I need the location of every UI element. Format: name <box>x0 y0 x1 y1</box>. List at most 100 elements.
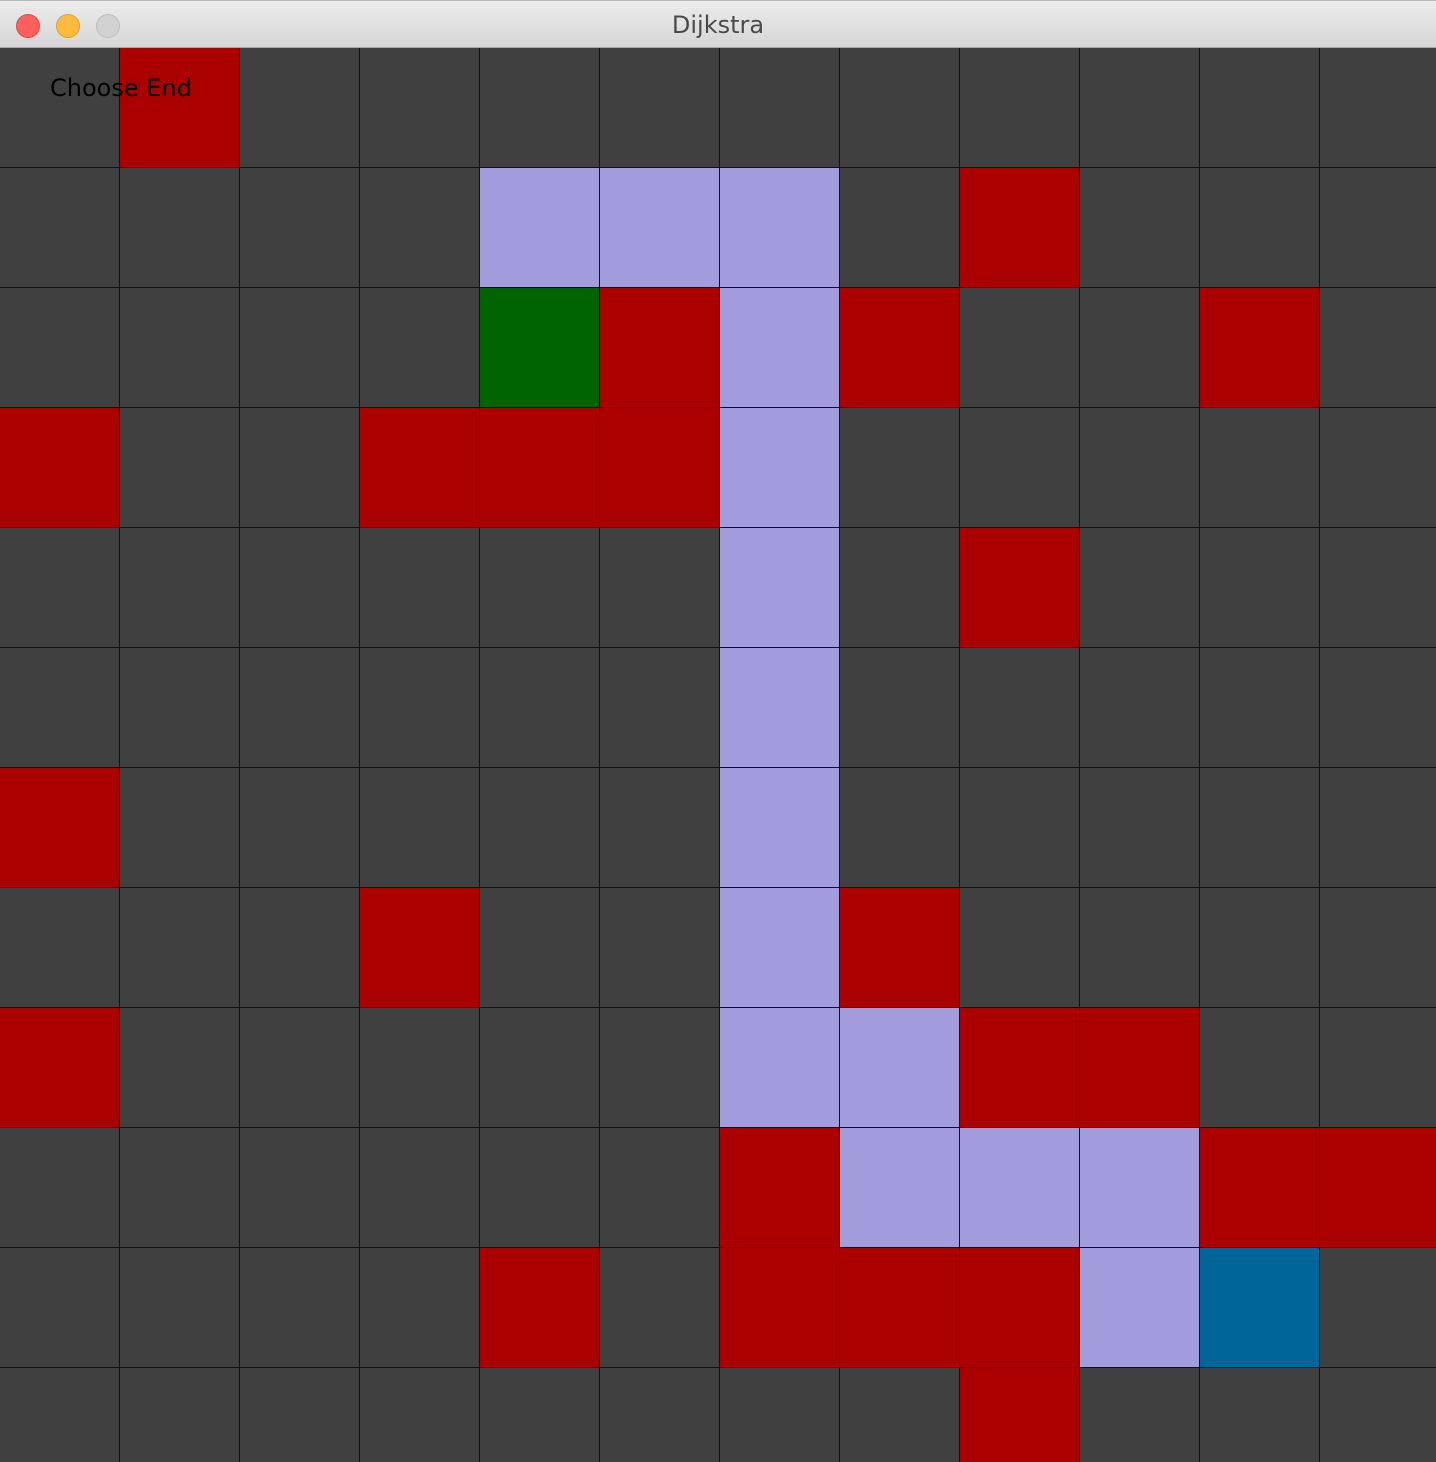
grid-cell-empty[interactable] <box>360 288 480 408</box>
grid-cell-empty[interactable] <box>240 888 360 1008</box>
grid-cell-wall[interactable] <box>120 48 240 168</box>
grid-cell-path[interactable] <box>720 648 840 768</box>
grid-cell-wall[interactable] <box>360 888 480 1008</box>
grid-cell-wall[interactable] <box>480 1248 600 1368</box>
grid-cell-empty[interactable] <box>600 1248 720 1368</box>
grid-cell-wall[interactable] <box>720 1128 840 1248</box>
grid-cell-wall[interactable] <box>1200 1128 1320 1248</box>
grid-cell-empty[interactable] <box>120 288 240 408</box>
grid-cell-wall[interactable] <box>960 528 1080 648</box>
grid-cell-wall[interactable] <box>960 1248 1080 1368</box>
grid-cell-path[interactable] <box>720 408 840 528</box>
grid-cell-empty[interactable] <box>240 1128 360 1248</box>
grid-cell-wall[interactable] <box>840 288 960 408</box>
grid-cell-empty[interactable] <box>1320 48 1436 168</box>
grid-cell-empty[interactable] <box>1320 408 1436 528</box>
grid-cell-empty[interactable] <box>120 768 240 888</box>
grid-cell-empty[interactable] <box>360 168 480 288</box>
grid-cell-empty[interactable] <box>120 408 240 528</box>
grid-cell-empty[interactable] <box>1320 1248 1436 1368</box>
grid-cell-empty[interactable] <box>600 888 720 1008</box>
grid-cell-empty[interactable] <box>240 1008 360 1128</box>
grid-cell-empty[interactable] <box>480 768 600 888</box>
grid-cell-wall[interactable] <box>600 288 720 408</box>
grid-cell-empty[interactable] <box>360 768 480 888</box>
grid-cell-empty[interactable] <box>1080 888 1200 1008</box>
grid-cell-empty[interactable] <box>120 528 240 648</box>
grid-cell-empty[interactable] <box>1200 648 1320 768</box>
grid-cell-path[interactable] <box>840 1128 960 1248</box>
grid-cell-empty[interactable] <box>1320 1008 1436 1128</box>
grid-cell-empty[interactable] <box>1320 1368 1436 1462</box>
grid-cell-empty[interactable] <box>240 1248 360 1368</box>
grid-cell-path[interactable] <box>960 1128 1080 1248</box>
grid-cell-wall[interactable] <box>960 1008 1080 1128</box>
grid-cell-empty[interactable] <box>840 768 960 888</box>
grid-cell-wall[interactable] <box>960 1368 1080 1462</box>
grid-cell-empty[interactable] <box>240 528 360 648</box>
grid-cell-empty[interactable] <box>360 528 480 648</box>
grid-cell-wall[interactable] <box>1080 1008 1200 1128</box>
grid-cell-empty[interactable] <box>600 1128 720 1248</box>
grid-cell-empty[interactable] <box>1080 528 1200 648</box>
grid-cell-wall[interactable] <box>840 1248 960 1368</box>
grid-cell-wall[interactable] <box>0 1008 120 1128</box>
grid-cell-empty[interactable] <box>240 168 360 288</box>
grid-cell-path[interactable] <box>720 1008 840 1128</box>
grid-cell-empty[interactable] <box>600 1368 720 1462</box>
grid-cell-empty[interactable] <box>120 168 240 288</box>
grid-board[interactable] <box>0 48 1436 1462</box>
grid-cell-empty[interactable] <box>480 48 600 168</box>
grid-cell-empty[interactable] <box>240 648 360 768</box>
grid-cell-empty[interactable] <box>0 648 120 768</box>
grid-cell-empty[interactable] <box>240 768 360 888</box>
grid-cell-empty[interactable] <box>840 168 960 288</box>
grid-cell-start[interactable] <box>480 288 600 408</box>
grid-cell-path[interactable] <box>720 288 840 408</box>
grid-cell-empty[interactable] <box>1080 288 1200 408</box>
grid-cell-empty[interactable] <box>0 1368 120 1462</box>
grid-cell-empty[interactable] <box>1080 648 1200 768</box>
grid-cell-empty[interactable] <box>480 888 600 1008</box>
grid-cell-empty[interactable] <box>1320 168 1436 288</box>
grid-cell-empty[interactable] <box>120 648 240 768</box>
grid-cell-empty[interactable] <box>1080 768 1200 888</box>
grid-cell-empty[interactable] <box>600 1008 720 1128</box>
grid-cell-empty[interactable] <box>360 1128 480 1248</box>
grid-cell-empty[interactable] <box>0 1128 120 1248</box>
grid-cell-empty[interactable] <box>240 1368 360 1462</box>
grid-cell-wall[interactable] <box>0 768 120 888</box>
grid-cell-empty[interactable] <box>1200 1008 1320 1128</box>
grid-cell-empty[interactable] <box>1200 888 1320 1008</box>
grid-cell-end[interactable] <box>1200 1248 1320 1368</box>
grid-cell-empty[interactable] <box>120 1008 240 1128</box>
grid-cell-empty[interactable] <box>0 288 120 408</box>
grid-cell-path[interactable] <box>720 528 840 648</box>
grid-cell-empty[interactable] <box>1080 168 1200 288</box>
grid-cell-empty[interactable] <box>960 888 1080 1008</box>
grid-cell-empty[interactable] <box>1200 408 1320 528</box>
grid-cell-empty[interactable] <box>0 528 120 648</box>
grid-cell-empty[interactable] <box>1200 168 1320 288</box>
grid-cell-empty[interactable] <box>960 408 1080 528</box>
grid-cell-empty[interactable] <box>1320 288 1436 408</box>
grid-cell-empty[interactable] <box>1320 888 1436 1008</box>
grid-cell-empty[interactable] <box>960 48 1080 168</box>
grid-cell-empty[interactable] <box>840 1368 960 1462</box>
grid-cell-empty[interactable] <box>360 648 480 768</box>
grid-cell-path[interactable] <box>840 1008 960 1128</box>
grid-cell-wall[interactable] <box>1200 288 1320 408</box>
grid-cell-empty[interactable] <box>0 48 120 168</box>
grid-cell-empty[interactable] <box>600 768 720 888</box>
grid-cell-path[interactable] <box>480 168 600 288</box>
grid-cell-empty[interactable] <box>120 1248 240 1368</box>
grid-cell-empty[interactable] <box>360 1368 480 1462</box>
grid-cell-empty[interactable] <box>840 408 960 528</box>
grid-cell-empty[interactable] <box>480 1008 600 1128</box>
grid-cell-empty[interactable] <box>120 1368 240 1462</box>
grid-cell-empty[interactable] <box>240 48 360 168</box>
grid-cell-empty[interactable] <box>1320 528 1436 648</box>
grid-cell-empty[interactable] <box>480 648 600 768</box>
grid-cell-empty[interactable] <box>600 648 720 768</box>
grid-cell-empty[interactable] <box>360 1248 480 1368</box>
